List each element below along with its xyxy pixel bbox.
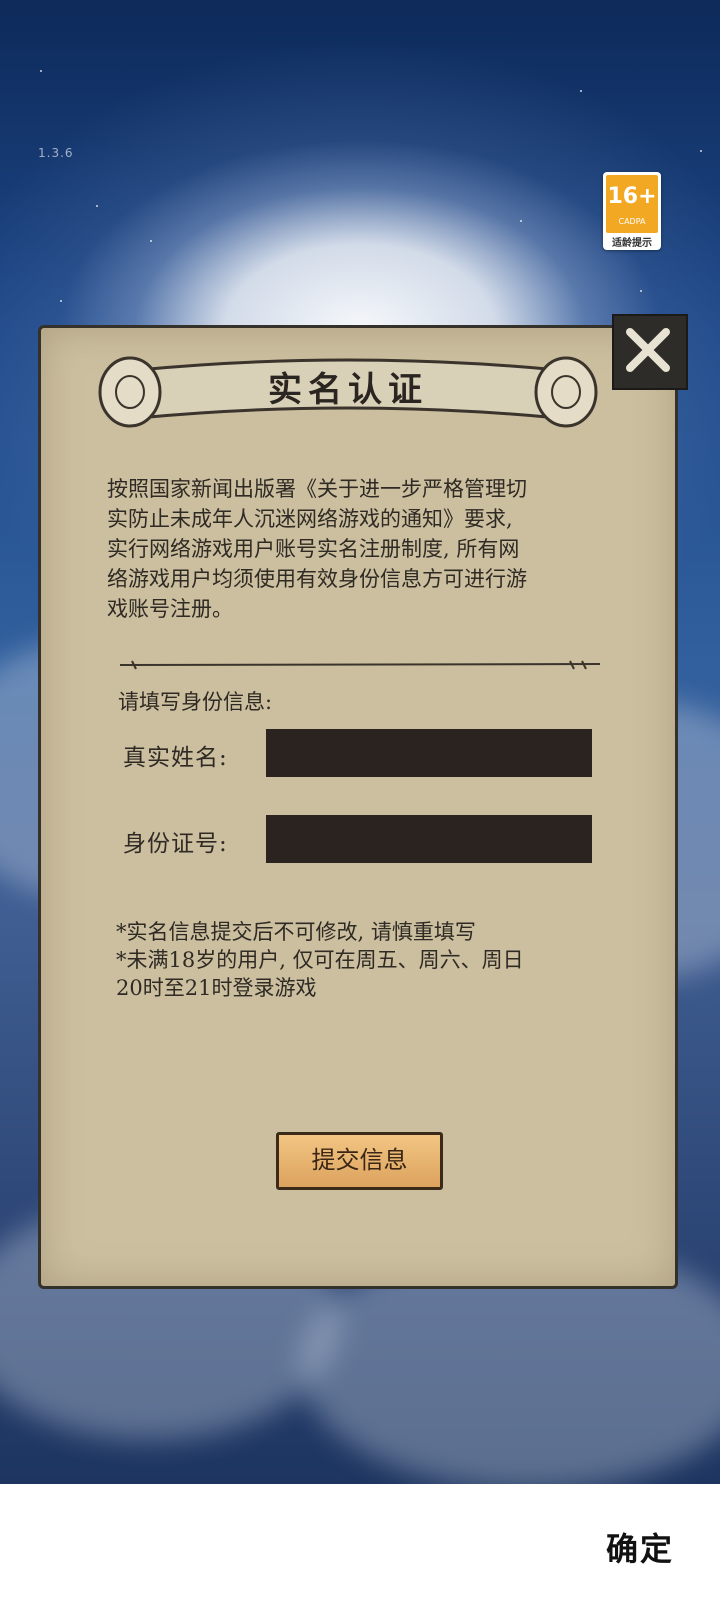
notice-line: 戏账号注册。	[107, 597, 233, 621]
age-rating-box: 16+ CADPA	[606, 175, 658, 233]
section-label: 请填写身份信息:	[118, 690, 273, 714]
star	[150, 240, 152, 242]
id-field-label: 身份证号:	[123, 831, 228, 857]
submit-info-button[interactable]: 提交信息	[276, 1132, 443, 1190]
notice-line: 络游戏用户均须使用有效身份信息方可进行游	[107, 567, 527, 591]
hint-line: *未满18岁的用户, 仅可在周五、周六、周日	[116, 948, 524, 972]
star	[700, 150, 702, 152]
notice-line: 实行网络游戏用户账号实名注册制度, 所有网	[107, 537, 520, 561]
divider	[120, 660, 600, 670]
notice-line: 实防止未成年人沉迷网络游戏的通知》要求,	[107, 507, 513, 531]
real-name-input[interactable]	[266, 729, 592, 777]
age-rating-value: 16+	[607, 184, 657, 209]
notice-line: 按照国家新闻出版署《关于进一步严格管理切	[107, 477, 527, 501]
star	[580, 90, 582, 92]
close-button[interactable]	[612, 314, 688, 390]
age-rating-tip: 适龄提示	[612, 238, 652, 249]
id-number-input[interactable]	[266, 815, 592, 863]
hint-line: 20时至21时登录游戏	[116, 976, 317, 1000]
star	[640, 290, 642, 292]
confirm-button[interactable]: 确定	[606, 1524, 674, 1570]
hint-line: *实名信息提交后不可修改, 请慎重填写	[116, 920, 476, 944]
version-label: 1.3.6	[38, 146, 74, 160]
age-rating-org: CADPA	[618, 217, 646, 226]
star	[520, 220, 522, 222]
close-x-icon	[626, 328, 670, 372]
dialog-title: 实名认证	[268, 370, 428, 410]
star	[60, 300, 62, 302]
name-field-label: 真实姓名:	[123, 745, 228, 771]
star	[96, 205, 98, 207]
star	[40, 70, 42, 72]
notice-text: 按照国家新闻出版署《关于进一步严格管理切 实防止未成年人沉迷网络游戏的通知》要求…	[107, 474, 607, 624]
age-rating-badge: 16+ CADPA 适龄提示	[603, 172, 661, 250]
